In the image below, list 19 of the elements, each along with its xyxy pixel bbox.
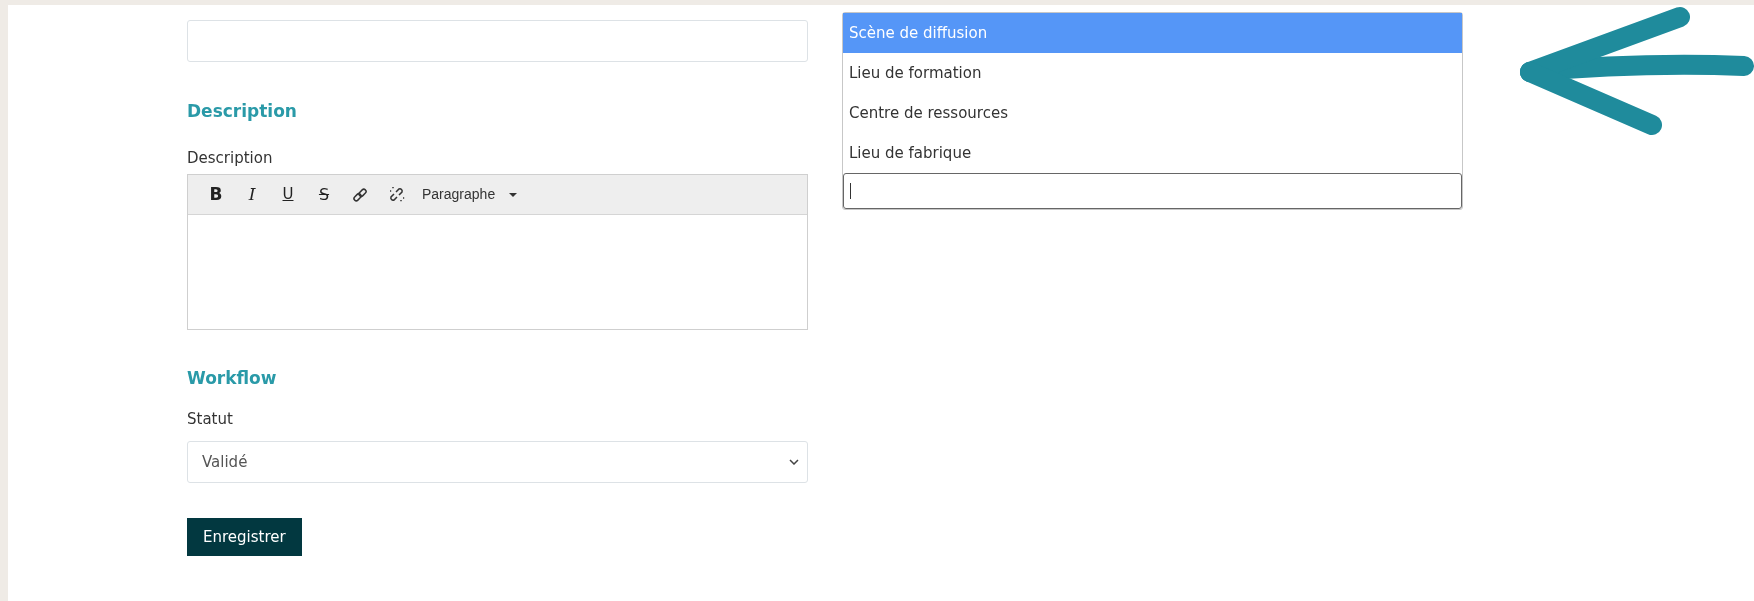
section-heading: Description bbox=[187, 100, 298, 123]
bold-button[interactable]: B bbox=[200, 181, 232, 208]
save-button[interactable]: Enregistrer bbox=[187, 518, 302, 556]
text-cursor bbox=[850, 183, 851, 199]
format-dropdown[interactable]: Paragraphe bbox=[422, 184, 518, 205]
link-icon bbox=[352, 186, 368, 203]
caret-icon bbox=[509, 192, 518, 197]
field-label: Description bbox=[187, 148, 274, 168]
field-label: Statut bbox=[187, 409, 234, 429]
underline-button[interactable]: U bbox=[272, 183, 304, 206]
broken-link-icon bbox=[387, 186, 405, 203]
text-field[interactable] bbox=[187, 20, 808, 62]
strikethrough-button[interactable]: S bbox=[308, 182, 340, 207]
chevron-down-icon bbox=[789, 459, 799, 465]
rich-text-editor[interactable]: B I U S Paragraphe bbox=[187, 174, 808, 330]
section-heading: Workflow bbox=[187, 367, 278, 390]
status-select[interactable]: Validé bbox=[187, 441, 808, 483]
italic-button[interactable]: I bbox=[236, 181, 268, 208]
search-field[interactable] bbox=[843, 173, 1462, 209]
